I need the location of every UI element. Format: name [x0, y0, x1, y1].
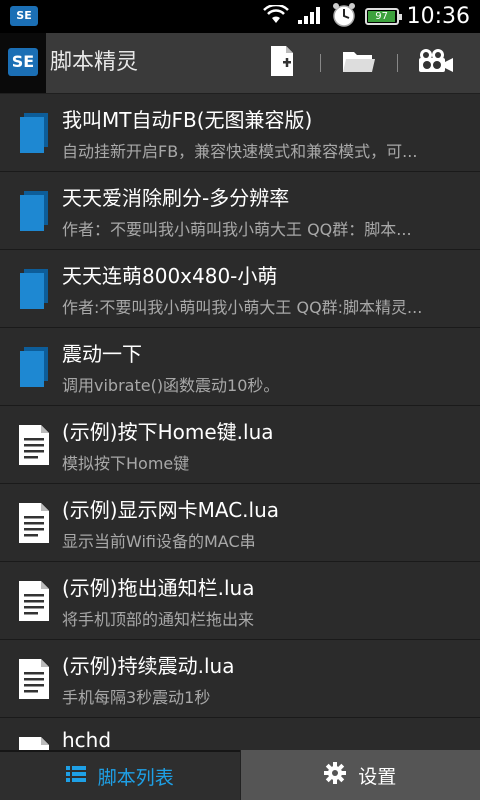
tab-script-list[interactable]: 脚本列表 [0, 750, 240, 800]
script-description: 作者：不要叫我小萌叫我小萌大王 QQ群：脚本... [62, 220, 412, 239]
battery-level: 97 [375, 11, 388, 22]
script-title: (示例)显示网卡MAC.lua [62, 498, 280, 522]
blue-script-icon [18, 346, 50, 388]
blue-script-icon [18, 190, 50, 232]
script-title: 天天连萌800x480-小萌 [62, 264, 278, 288]
record-icon [418, 48, 454, 78]
script-list-item[interactable]: (示例)拖出通知栏.lua 将手机顶部的通知栏拖出来 [0, 562, 480, 640]
clock: 10:36 [406, 4, 470, 29]
app-logo[interactable]: SE [0, 33, 46, 93]
script-list-item[interactable]: (示例)按下Home键.lua 模拟按下Home键 [0, 406, 480, 484]
gear-icon [324, 761, 347, 789]
script-list-item[interactable]: (示例)显示网卡MAC.lua 显示当前Wifi设备的MAC串 [0, 484, 480, 562]
script-description: 作者:不要叫我小萌叫我小萌大王 QQ群:脚本精灵... [62, 298, 423, 317]
tab-script-list-label: 脚本列表 [97, 766, 174, 789]
folder-icon [342, 48, 376, 78]
script-description: 将手机顶部的通知栏拖出来 [62, 610, 255, 629]
app-logo-text: SE [8, 48, 38, 76]
script-title: (示例)按下Home键.lua [62, 420, 274, 444]
battery-icon: 97 [364, 8, 402, 25]
signal-icon [297, 5, 323, 29]
document-icon [18, 502, 50, 544]
wifi-icon [262, 3, 289, 29]
app-notification-icon: SE [10, 6, 38, 26]
divider [320, 54, 321, 72]
script-title: (示例)拖出通知栏.lua [62, 576, 255, 600]
open-folder-button[interactable] [331, 33, 387, 93]
script-description: 显示当前Wifi设备的MAC串 [62, 532, 256, 551]
script-list-item[interactable]: 震动一下调用vibrate()函数震动10秒。 [0, 328, 480, 406]
document-icon [18, 424, 50, 466]
script-list-item[interactable]: 天天爱消除刷分-多分辨率作者：不要叫我小萌叫我小萌大王 QQ群：脚本... [0, 172, 480, 250]
script-title: hchd [62, 728, 112, 750]
list-icon [65, 765, 86, 788]
script-list-item[interactable]: 我叫MT自动FB(无图兼容版) 自动挂新开启FB，兼容快速模式和兼容模式，可... [0, 94, 480, 172]
status-bar: SE 97 10:36 [0, 0, 480, 33]
app-title: 脚本精灵 [50, 50, 139, 75]
document-icon [18, 658, 50, 700]
script-description: 手机每隔3秒震动1秒 [62, 688, 211, 707]
script-list-item[interactable]: 天天连萌800x480-小萌作者:不要叫我小萌叫我小萌大王 QQ群:脚本精灵..… [0, 250, 480, 328]
tab-settings-label: 设置 [358, 765, 397, 788]
blue-script-icon [18, 112, 50, 154]
script-title: 震动一下 [62, 342, 142, 366]
script-title: 天天爱消除刷分-多分辨率 [62, 186, 290, 210]
blue-script-icon [18, 268, 50, 310]
new-script-button[interactable] [254, 33, 310, 93]
script-list: 我叫MT自动FB(无图兼容版) 自动挂新开启FB，兼容快速模式和兼容模式，可...… [0, 94, 480, 750]
document-icon [18, 580, 50, 622]
script-list-item[interactable]: (示例)持续震动.lua 手机每隔3秒震动1秒 [0, 640, 480, 718]
alarm-icon [331, 2, 357, 32]
script-list-item[interactable]: hchd [0, 718, 480, 750]
new-file-icon [269, 45, 295, 81]
tab-settings[interactable]: 设置 [239, 750, 480, 800]
bottom-tab-bar: 脚本列表 设置 [0, 750, 480, 800]
script-description: 模拟按下Home键 [62, 454, 190, 473]
script-description: 自动挂新开启FB，兼容快速模式和兼容模式，可... [62, 142, 418, 161]
record-button[interactable] [408, 33, 464, 93]
action-bar: SE 脚本精灵 [0, 33, 480, 94]
divider [397, 54, 398, 72]
document-icon [18, 736, 50, 750]
script-title: (示例)持续震动.lua [62, 654, 235, 678]
script-description: 调用vibrate()函数震动10秒。 [62, 376, 280, 395]
script-title: 我叫MT自动FB(无图兼容版) [62, 108, 313, 132]
